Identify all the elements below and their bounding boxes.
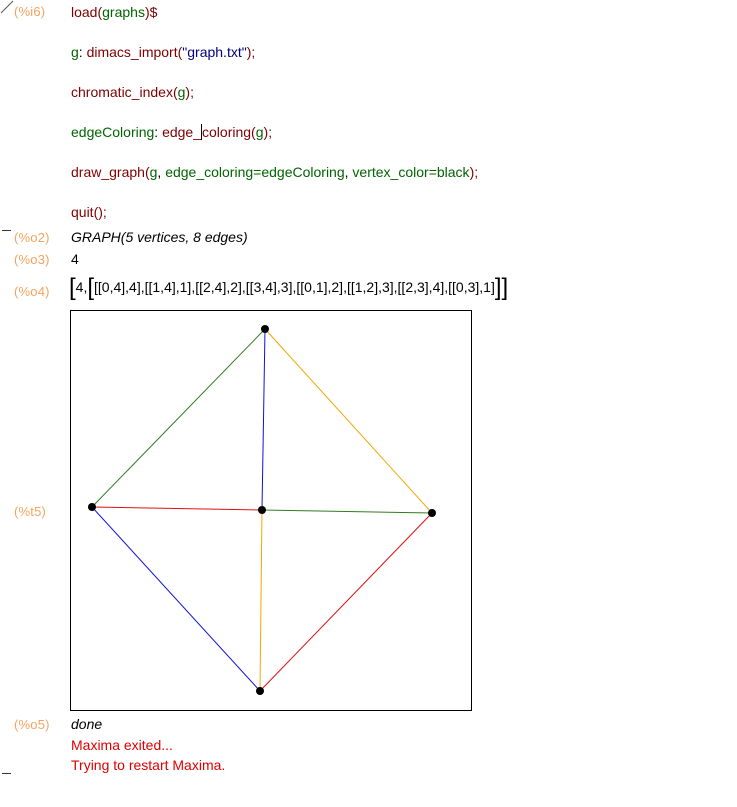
code-line-import[interactable]: g: dimacs_import("graph.txt"); bbox=[71, 44, 255, 60]
cell-divider[interactable] bbox=[2, 773, 11, 774]
graph-vertex-top bbox=[261, 325, 269, 333]
graph-vertex-bottom bbox=[256, 687, 264, 695]
output-label-o4: (%o4) bbox=[14, 284, 50, 299]
code-line-edge-coloring[interactable]: edgeColoring: edge_coloring(g); bbox=[71, 124, 272, 140]
output-label-t5: (%t5) bbox=[14, 504, 47, 519]
graph-plot[interactable] bbox=[70, 310, 472, 711]
cell-divider[interactable] bbox=[2, 230, 11, 231]
code-line-quit[interactable]: quit(); bbox=[71, 204, 107, 220]
cell-bracket-top-icon[interactable] bbox=[0, 0, 14, 14]
error-message-restart: Trying to restart Maxima. bbox=[71, 757, 226, 773]
input-label: (%i6) bbox=[14, 4, 46, 19]
output-done[interactable]: done bbox=[71, 716, 102, 732]
output-chromatic-index[interactable]: 4 bbox=[71, 251, 79, 267]
close-bracket-icon: ] bbox=[494, 274, 502, 301]
code-line-load[interactable]: load(graphs)$ bbox=[71, 4, 157, 20]
close-bracket-icon: ] bbox=[501, 274, 509, 301]
output-label-o5: (%o5) bbox=[14, 717, 50, 732]
graph-vertex-center bbox=[258, 506, 266, 514]
output-label-o3: (%o3) bbox=[14, 252, 50, 267]
output-edge-coloring[interactable]: [4,[[[0,4],4],[[1,4],1],[[2,4],2],[[3,4]… bbox=[69, 274, 509, 301]
graph-vertex-left bbox=[88, 503, 96, 511]
error-message-exited: Maxima exited... bbox=[71, 737, 173, 753]
graph-vertex-right bbox=[428, 509, 436, 517]
code-line-chromatic-index[interactable]: chromatic_index(g); bbox=[71, 84, 194, 100]
output-graph[interactable]: GRAPH(5 vertices, 8 edges) bbox=[71, 229, 248, 245]
code-line-draw-graph[interactable]: draw_graph(g, edge_coloring=edgeColoring… bbox=[71, 164, 478, 180]
output-label-o2: (%o2) bbox=[14, 230, 50, 245]
open-bracket-icon: [ bbox=[69, 274, 76, 301]
